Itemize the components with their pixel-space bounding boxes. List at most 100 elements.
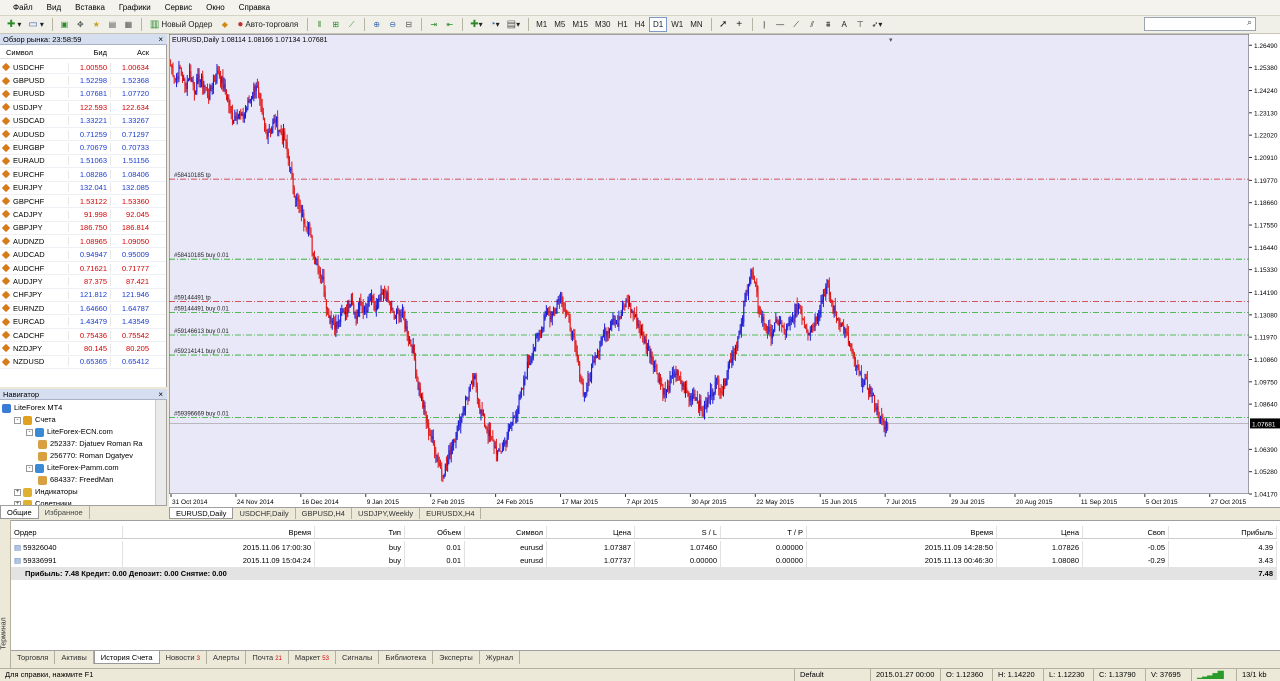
expand-icon[interactable]: - [26, 464, 33, 472]
templates-button[interactable]: ▤ ▾ [504, 17, 523, 32]
terminal-tab-9[interactable]: Эксперты [433, 651, 480, 664]
terminal-tab-3[interactable]: Новости 3 [160, 651, 207, 664]
status-profile[interactable]: Default [795, 669, 871, 681]
timeframe-h1-button[interactable]: H1 [615, 17, 631, 32]
crosshair-icon[interactable]: + [732, 17, 747, 32]
navigator-item[interactable]: LiteForex MT4 [2, 402, 154, 414]
text-tool[interactable]: A [837, 17, 852, 32]
candlestick-icon[interactable]: ⊞ [328, 17, 343, 32]
timeframe-w1-button[interactable]: W1 [668, 17, 686, 32]
column-header[interactable]: Прибыль [1169, 526, 1277, 538]
timeframe-mn-button[interactable]: MN [687, 17, 705, 32]
market-watch-row[interactable]: NZDJPY 80.145 80.205 [0, 342, 166, 356]
navigator-item[interactable]: - LiteForex-ECN.com [2, 426, 154, 438]
market-watch-row[interactable]: CADCHF 0.75436 0.75542 [0, 329, 166, 343]
metaeditor-icon[interactable]: ◆ [217, 17, 232, 32]
terminal-tab-8[interactable]: Библиотека [379, 651, 434, 664]
menu-item-4[interactable]: Сервис [158, 0, 199, 16]
chart-tab-4[interactable]: EURUSDX,H4 [420, 508, 482, 519]
search-input[interactable] [1144, 17, 1256, 31]
chart-window[interactable]: 1.26490 1.25380 1.24240 1.23130 1.22020 1.209… [168, 33, 1280, 508]
column-header[interactable]: Цена [997, 526, 1083, 538]
market-watch-row[interactable]: AUDUSD 0.71259 0.71297 [0, 128, 166, 142]
market-watch-row[interactable]: GBPUSD 1.52298 1.52368 [0, 74, 166, 88]
market-watch-row[interactable]: GBPJPY 186.750 186.814 [0, 222, 166, 236]
market-watch-row[interactable]: EURCHF 1.08286 1.08406 [0, 168, 166, 182]
menu-item-6[interactable]: Справка [232, 0, 277, 16]
trendline-icon[interactable]: ⟋ [789, 17, 804, 32]
bar-chart-icon[interactable]: ⫴ [312, 17, 327, 32]
market-watch-row[interactable]: CADJPY 91.998 92.045 [0, 208, 166, 222]
column-header[interactable]: Своп [1083, 526, 1169, 538]
column-header[interactable]: S / L [635, 526, 721, 538]
market-watch-row[interactable]: NZDUSD 0.65365 0.65412 [0, 356, 166, 369]
menu-item-2[interactable]: Вставка [68, 0, 112, 16]
vertical-line-icon[interactable]: | [757, 17, 772, 32]
navigator-tab-0[interactable]: Общие [0, 506, 39, 519]
data-window-icon[interactable]: ✥ [73, 17, 88, 32]
history-row[interactable]: ▤ 59326040 2015.11.06 17:00:30 buy 0.01 euru… [11, 541, 1277, 554]
terminal-tab-0[interactable]: Торговля [11, 651, 56, 664]
tile-windows-icon[interactable]: ⊟ [401, 17, 416, 32]
chart-tab-0[interactable]: EURUSD,Daily [169, 508, 234, 519]
navigator-item[interactable]: - Счета [2, 414, 154, 426]
periods-button[interactable]: ◔ ▾ [487, 17, 503, 32]
terminal-tab-2[interactable]: История Счета [93, 651, 160, 664]
terminal-tab-4[interactable]: Алерты [207, 651, 247, 664]
terminal-tab-6[interactable]: Маркет 53 [289, 651, 336, 664]
market-watch-row[interactable]: USDCAD 1.33221 1.33267 [0, 115, 166, 128]
column-header[interactable]: Ордер [11, 526, 123, 538]
navigator-item[interactable]: 256770: Roman Dgatyev [2, 450, 154, 462]
chart-tab-1[interactable]: USDCHF,Daily [233, 508, 296, 519]
terminal-tab-1[interactable]: Активы [55, 651, 94, 664]
navigator-tab-1[interactable]: Избранное [39, 506, 90, 519]
market-watch-row[interactable]: EURJPY 132.041 132.085 [0, 182, 166, 195]
navigator-item[interactable]: 684337: FreedMan [2, 474, 154, 486]
channel-icon[interactable]: ⫽ [805, 17, 820, 32]
navigator-item[interactable]: - LiteForex-Pamm.com [2, 462, 154, 474]
market-watch-row[interactable]: USDCHF 1.00550 1.00634 [0, 61, 166, 75]
profiles-button[interactable]: ▭ ▾ [25, 17, 46, 32]
cursor-icon[interactable]: ➚ [716, 17, 731, 32]
auto-trading-button[interactable]: ● Авто-торговля [233, 17, 302, 32]
arrows-button[interactable]: ➶▾ [869, 17, 886, 32]
zoom-in-icon[interactable]: ⊕ [369, 17, 384, 32]
timeframe-m15-button[interactable]: M15 [569, 17, 591, 32]
market-watch-row[interactable]: EURNZD 1.64660 1.64787 [0, 302, 166, 316]
navigator-item[interactable]: + Индикаторы [2, 486, 154, 498]
market-watch-row[interactable]: EURUSD 1.07681 1.07720 [0, 88, 166, 102]
navigator-scrollbar[interactable] [155, 400, 166, 505]
symbol-header[interactable]: Символ [0, 46, 68, 58]
navigator-icon[interactable]: ★ [89, 17, 104, 32]
terminal-tab-10[interactable]: Журнал [480, 651, 521, 664]
autoscroll-icon[interactable]: ⇥ [426, 17, 441, 32]
market-watch-row[interactable]: AUDNZD 1.08965 1.09050 [0, 235, 166, 249]
label-icon[interactable]: ⊤ [853, 17, 868, 32]
market-watch-row[interactable]: AUDCAD 0.94947 0.95009 [0, 248, 166, 262]
market-watch-row[interactable]: USDJPY 122.593 122.634 [0, 101, 166, 115]
close-icon[interactable]: × [158, 34, 163, 45]
chart-tab-3[interactable]: USDJPY,Weekly [352, 508, 421, 519]
expand-icon[interactable]: - [14, 416, 21, 424]
new-order-button[interactable]: ▥ Новый Ордер [146, 17, 216, 32]
column-header[interactable]: Цена [547, 526, 635, 538]
new-chart-button[interactable]: ✚ ▾ [4, 17, 24, 32]
chart-shift-icon[interactable]: ⇤ [442, 17, 457, 32]
market-watch-row[interactable]: CHFJPY 121.812 121.946 [0, 289, 166, 303]
ask-header[interactable]: Аск [110, 46, 152, 58]
fibonacci-icon[interactable]: ⩩ [821, 17, 836, 32]
timeframe-m5-button[interactable]: M5 [551, 17, 568, 32]
navigator-item[interactable]: 252337: Djatuev Roman Ra [2, 438, 154, 450]
column-header[interactable]: Тип [315, 526, 405, 538]
line-chart-icon[interactable]: ⟋ [344, 17, 359, 32]
column-header[interactable]: Объем [405, 526, 465, 538]
horizontal-line-icon[interactable]: — [773, 17, 788, 32]
timeframe-h4-button[interactable]: H4 [632, 17, 648, 32]
market-watch-row[interactable]: EURAUD 1.51063 1.51156 [0, 155, 166, 169]
market-watch-icon[interactable]: ▣ [57, 17, 72, 32]
expand-icon[interactable]: - [26, 428, 33, 436]
zoom-out-icon[interactable]: ⊖ [385, 17, 400, 32]
column-header[interactable]: Время [807, 526, 997, 538]
search-icon[interactable]: ⌕ [1247, 17, 1252, 28]
menu-item-5[interactable]: Окно [199, 0, 232, 16]
